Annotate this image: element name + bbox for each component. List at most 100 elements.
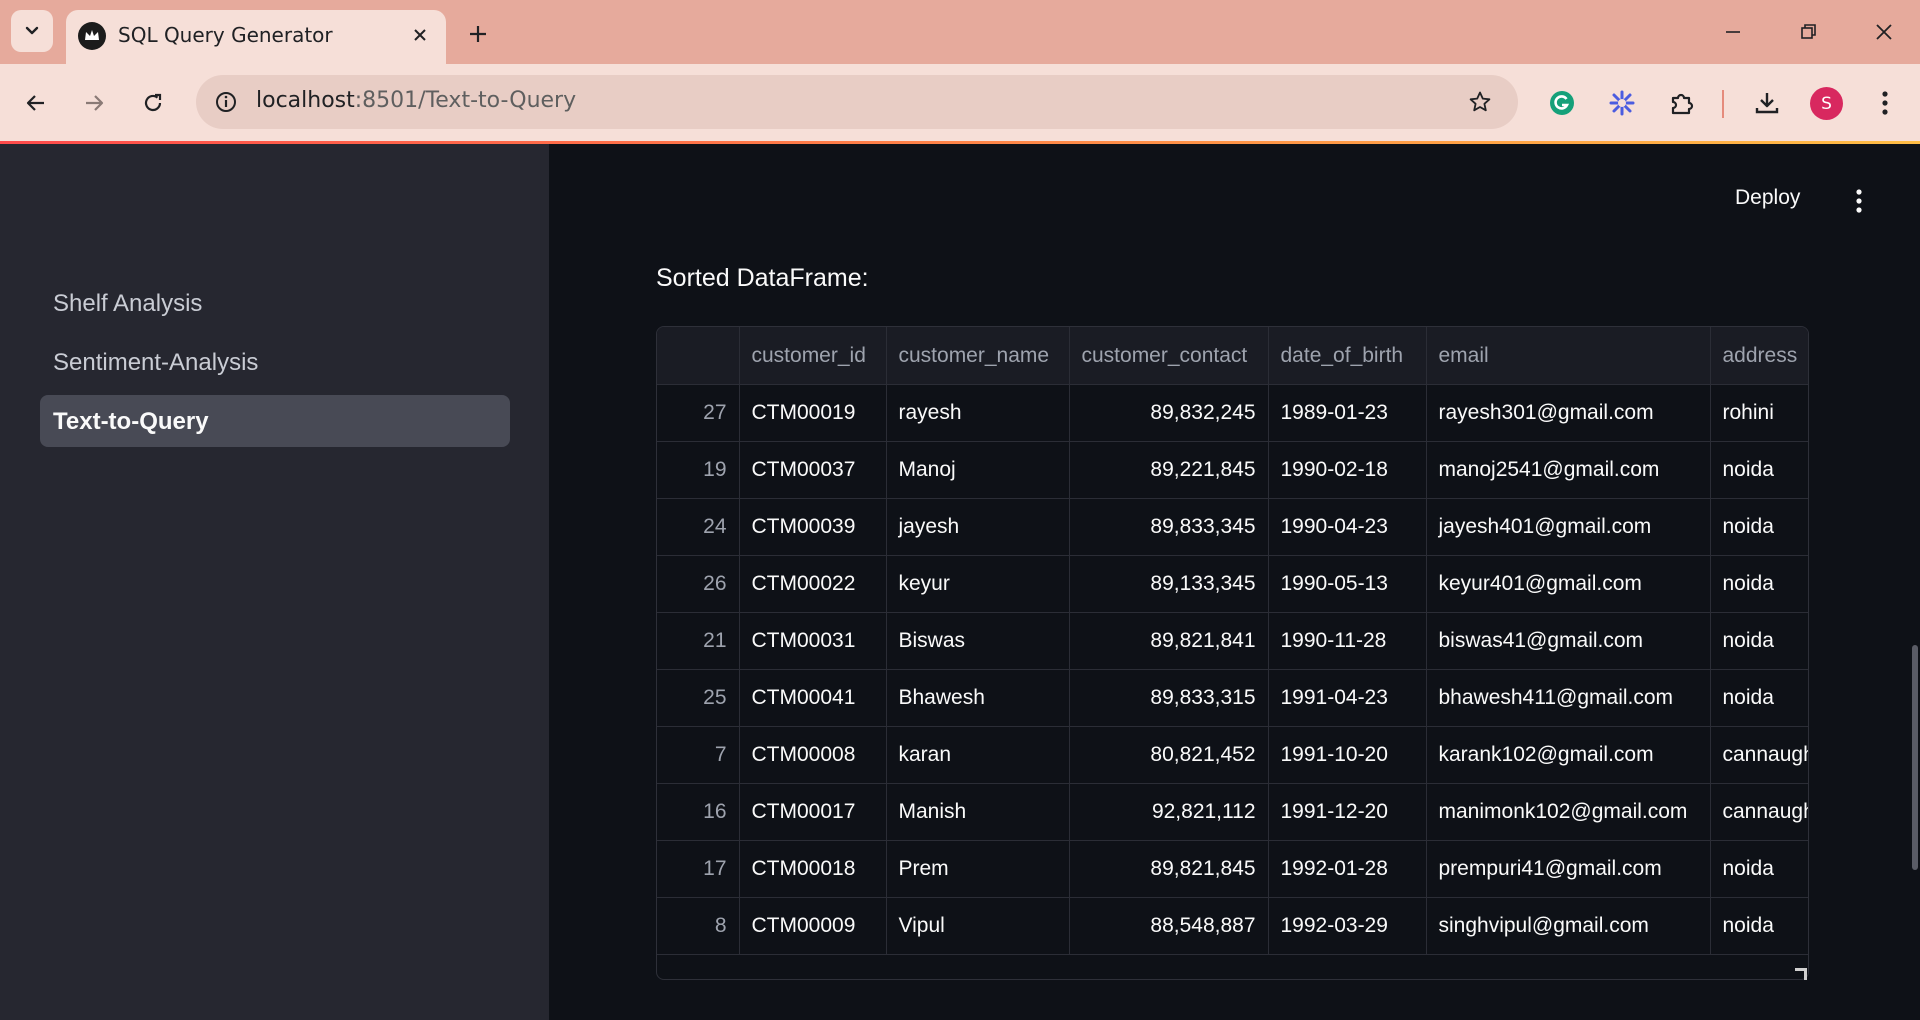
restore-button[interactable] [1787, 14, 1831, 50]
cell-customer-name[interactable]: rayesh [886, 384, 1070, 442]
cell-customer-id[interactable]: CTM00031 [739, 612, 887, 670]
cell-email[interactable]: karank102@gmail.com [1426, 726, 1711, 784]
cell-customer-id[interactable]: CTM00017 [739, 783, 887, 841]
cell-customer-contact[interactable]: 89,821,845 [1069, 840, 1269, 898]
window-close-button[interactable] [1862, 14, 1906, 50]
cell-date-of-birth[interactable]: 1991-12-20 [1268, 783, 1427, 841]
browser-tab[interactable]: SQL Query Generator [66, 10, 446, 64]
cell-customer-contact[interactable]: 89,221,845 [1069, 441, 1269, 499]
sidebar-item-sentiment-analysis[interactable]: Sentiment-Analysis [40, 336, 510, 388]
cell-date-of-birth[interactable]: 1989-01-23 [1268, 384, 1427, 442]
cell-email[interactable]: bhawesh411@gmail.com [1426, 669, 1711, 727]
reload-button[interactable] [134, 84, 172, 122]
cell-email[interactable]: manimonk102@gmail.com [1426, 783, 1711, 841]
cell-customer-contact[interactable]: 89,833,345 [1069, 498, 1269, 556]
cell-address[interactable]: noida [1710, 555, 1808, 613]
cell-index[interactable]: 17 [657, 840, 740, 898]
star-icon[interactable] [1466, 88, 1494, 116]
perplexity-icon[interactable] [1603, 84, 1641, 122]
cell-email[interactable]: singhvipul@gmail.com [1426, 897, 1711, 955]
column-header-customer-name[interactable]: customer_name [886, 327, 1070, 385]
column-header-customer-contact[interactable]: customer_contact [1069, 327, 1269, 385]
column-header-email[interactable]: email [1426, 327, 1711, 385]
cell-address[interactable]: noida [1710, 441, 1808, 499]
cell-index[interactable]: 19 [657, 441, 740, 499]
cell-customer-name[interactable]: Vipul [886, 897, 1070, 955]
cell-email[interactable]: prempuri41@gmail.com [1426, 840, 1711, 898]
cell-address[interactable]: rohini [1710, 384, 1808, 442]
cell-email[interactable]: biswas41@gmail.com [1426, 612, 1711, 670]
cell-customer-name[interactable]: Biswas [886, 612, 1070, 670]
profile-avatar[interactable]: S [1810, 87, 1843, 120]
cell-index[interactable]: 27 [657, 384, 740, 442]
close-icon[interactable] [408, 23, 432, 47]
puzzle-icon[interactable] [1663, 84, 1701, 122]
cell-customer-name[interactable]: Manoj [886, 441, 1070, 499]
cell-customer-name[interactable]: Bhawesh [886, 669, 1070, 727]
cell-address[interactable]: cannaugh [1710, 783, 1808, 841]
sidebar-item-text-to-query[interactable]: Text-to-Query [40, 395, 510, 447]
cell-date-of-birth[interactable]: 1990-11-28 [1268, 612, 1427, 670]
app-menu-button[interactable] [1847, 186, 1871, 216]
cell-email[interactable]: jayesh401@gmail.com [1426, 498, 1711, 556]
download-icon[interactable] [1748, 84, 1786, 122]
cell-date-of-birth[interactable]: 1990-05-13 [1268, 555, 1427, 613]
cell-date-of-birth[interactable]: 1991-04-23 [1268, 669, 1427, 727]
cell-email[interactable]: keyur401@gmail.com [1426, 555, 1711, 613]
cell-date-of-birth[interactable]: 1990-02-18 [1268, 441, 1427, 499]
cell-address[interactable]: noida [1710, 612, 1808, 670]
cell-address[interactable]: noida [1710, 498, 1808, 556]
new-tab-button[interactable] [462, 18, 494, 50]
cell-index[interactable]: 26 [657, 555, 740, 613]
page-scrollbar[interactable] [1912, 645, 1918, 870]
cell-customer-id[interactable]: CTM00037 [739, 441, 887, 499]
cell-date-of-birth[interactable]: 1991-10-20 [1268, 726, 1427, 784]
column-header-address[interactable]: address [1710, 327, 1808, 385]
cell-address[interactable]: cannaugh [1710, 726, 1808, 784]
cell-date-of-birth[interactable]: 1992-01-28 [1268, 840, 1427, 898]
info-icon[interactable] [212, 88, 240, 116]
cell-email[interactable]: manoj2541@gmail.com [1426, 441, 1711, 499]
cell-customer-contact[interactable]: 89,833,315 [1069, 669, 1269, 727]
column-header-date-of-birth[interactable]: date_of_birth [1268, 327, 1427, 385]
cell-customer-contact[interactable]: 89,821,841 [1069, 612, 1269, 670]
cell-customer-name[interactable]: karan [886, 726, 1070, 784]
minimize-button[interactable] [1711, 14, 1755, 50]
grid-resize-handle[interactable] [1795, 968, 1807, 980]
cell-customer-id[interactable]: CTM00039 [739, 498, 887, 556]
cell-customer-contact[interactable]: 89,133,345 [1069, 555, 1269, 613]
column-header-customer-id[interactable]: customer_id [739, 327, 887, 385]
cell-customer-name[interactable]: jayesh [886, 498, 1070, 556]
grammarly-icon[interactable] [1543, 84, 1581, 122]
cell-index[interactable]: 16 [657, 783, 740, 841]
tab-search-button[interactable] [11, 10, 53, 52]
forward-button[interactable] [75, 84, 113, 122]
cell-customer-id[interactable]: CTM00019 [739, 384, 887, 442]
column-header-index[interactable] [657, 327, 740, 385]
cell-customer-contact[interactable]: 80,821,452 [1069, 726, 1269, 784]
cell-customer-contact[interactable]: 88,548,887 [1069, 897, 1269, 955]
sidebar-item-shelf-analysis[interactable]: Shelf Analysis [40, 277, 510, 329]
cell-customer-id[interactable]: CTM00009 [739, 897, 887, 955]
kebab-menu-icon[interactable] [1866, 84, 1904, 122]
cell-address[interactable]: noida [1710, 840, 1808, 898]
cell-customer-id[interactable]: CTM00022 [739, 555, 887, 613]
cell-date-of-birth[interactable]: 1992-03-29 [1268, 897, 1427, 955]
cell-customer-name[interactable]: Prem [886, 840, 1070, 898]
cell-customer-contact[interactable]: 89,832,245 [1069, 384, 1269, 442]
cell-customer-id[interactable]: CTM00008 [739, 726, 887, 784]
cell-index[interactable]: 21 [657, 612, 740, 670]
deploy-button[interactable]: Deploy [1735, 186, 1800, 210]
url-text[interactable]: localhost:8501/Text-to-Query [256, 88, 576, 113]
cell-index[interactable]: 8 [657, 897, 740, 955]
cell-address[interactable]: noida [1710, 897, 1808, 955]
back-button[interactable] [17, 84, 55, 122]
cell-customer-name[interactable]: keyur [886, 555, 1070, 613]
cell-index[interactable]: 25 [657, 669, 740, 727]
cell-customer-contact[interactable]: 92,821,112 [1069, 783, 1269, 841]
cell-address[interactable]: noida [1710, 669, 1808, 727]
cell-email[interactable]: rayesh301@gmail.com [1426, 384, 1711, 442]
cell-index[interactable]: 7 [657, 726, 740, 784]
address-bar[interactable]: localhost:8501/Text-to-Query [196, 75, 1518, 129]
cell-date-of-birth[interactable]: 1990-04-23 [1268, 498, 1427, 556]
